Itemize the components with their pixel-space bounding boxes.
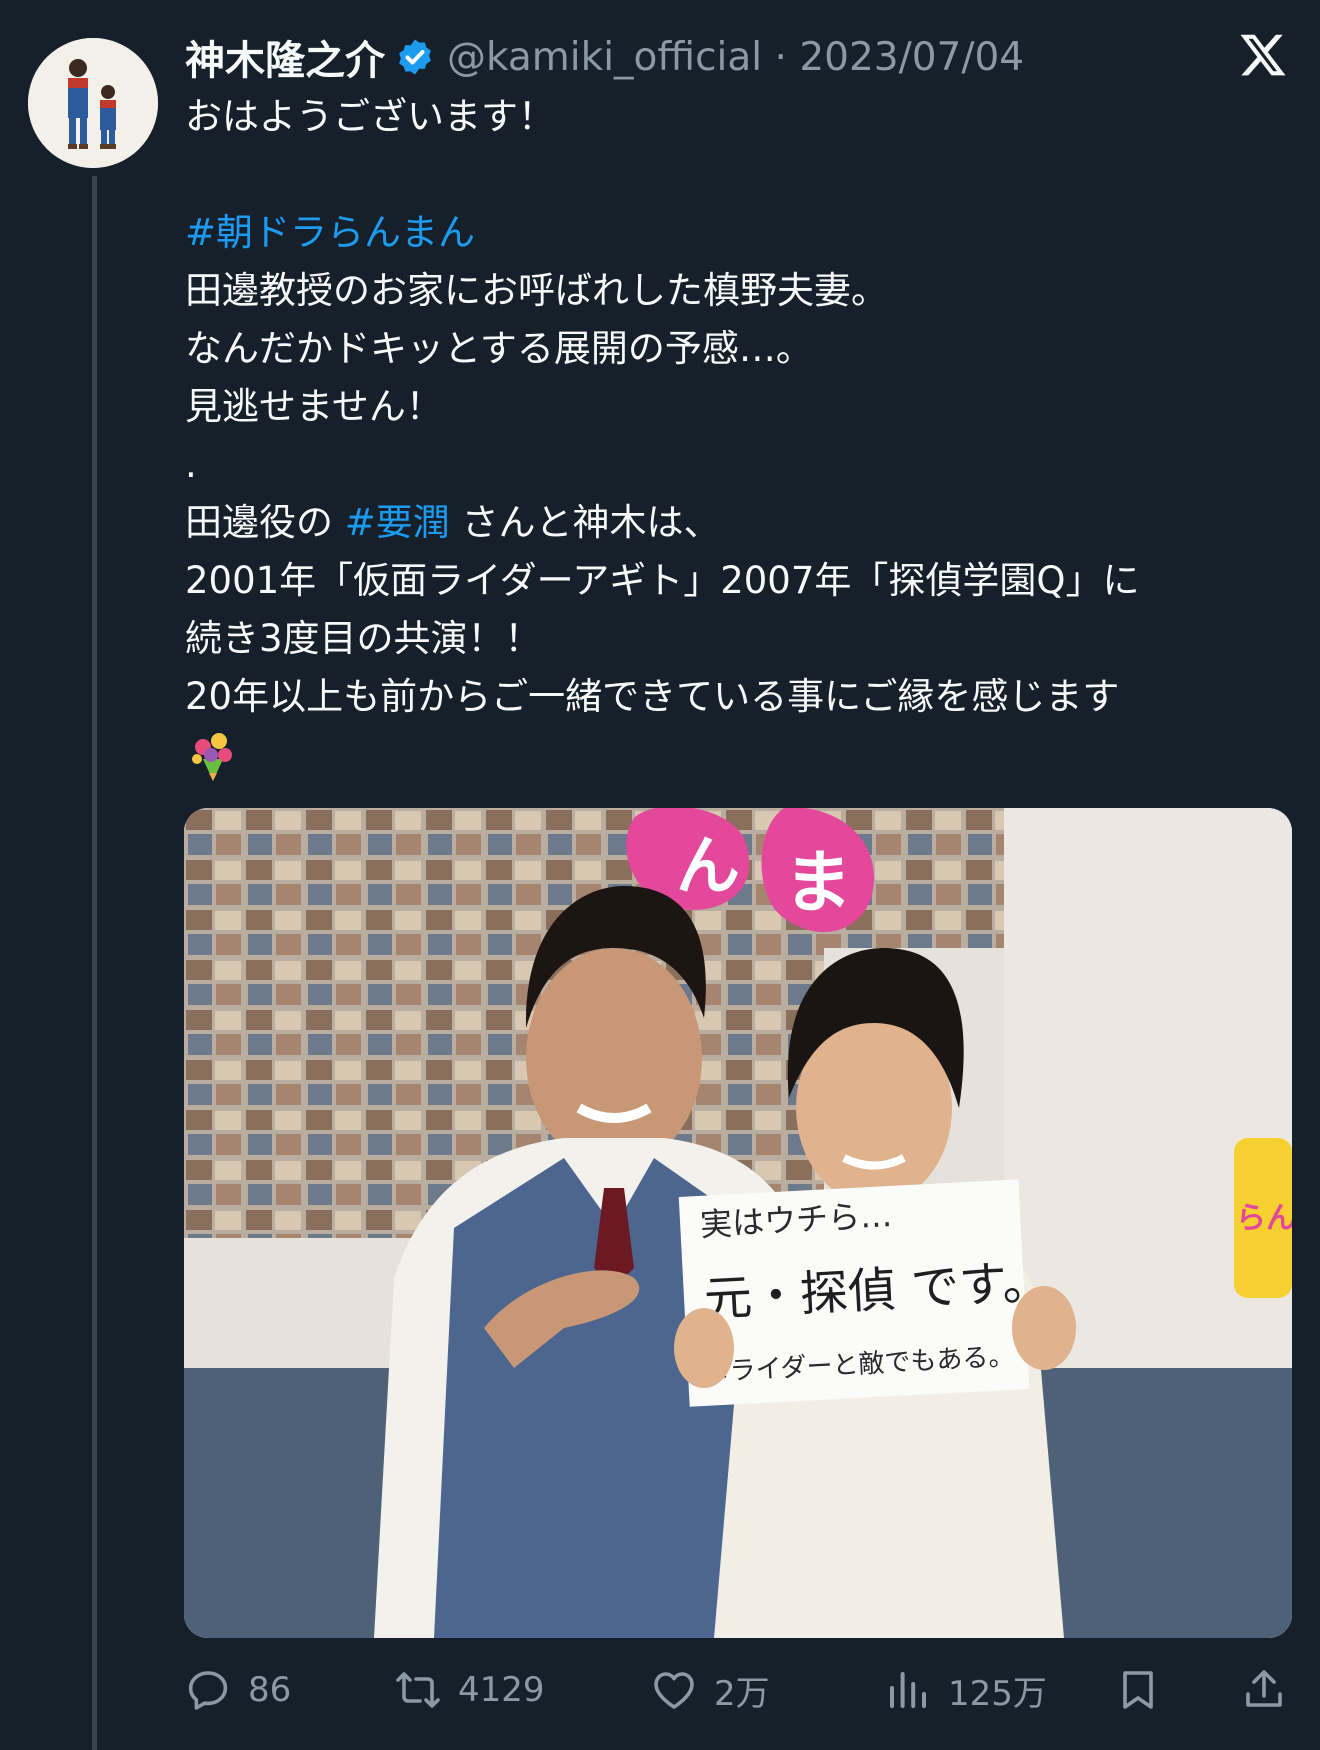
avatar[interactable] <box>28 38 158 168</box>
share-button[interactable] <box>1240 1660 1288 1720</box>
hashtag-link[interactable]: #朝ドラらんまん <box>185 211 475 254</box>
views-button[interactable]: 125万 <box>884 1660 1047 1720</box>
tweet-actions: 86 4129 2万 125万 <box>184 1660 1294 1720</box>
retweet-count: 4129 <box>458 1670 545 1710</box>
text-line: おはようございます！ <box>185 95 555 138</box>
tweet-header: 神木隆之介 @kamiki_official · 2023/07/04 <box>185 28 1024 86</box>
like-button[interactable]: 2万 <box>650 1660 770 1720</box>
text-line: 20年以上も前からご一緒できている事にご縁を感じます <box>185 675 1120 718</box>
text-segment: さんと神木は、 <box>449 501 721 544</box>
bookmark-icon <box>1123 1671 1153 1709</box>
text-line: 続き3度目の共演！！ <box>185 617 542 660</box>
views-count: 125万 <box>948 1673 1047 1714</box>
reply-icon <box>188 1671 228 1710</box>
tweet-text: おはようございます！ #朝ドラらんまん 田邊教授のお家にお呼ばれした槙野夫妻。 … <box>185 88 1305 784</box>
reply-button[interactable]: 86 <box>184 1660 291 1720</box>
text-line: なんだかドキッとする展開の予感…。 <box>185 327 813 370</box>
backdrop-sticker: らん <box>1236 1201 1292 1236</box>
text-line-mention: 田邊役の #要潤 さんと神木は、 <box>185 494 1305 552</box>
text-line: 見逃せません！ <box>185 385 443 428</box>
text-line: . <box>185 443 197 486</box>
views-icon <box>890 1672 926 1708</box>
text-line: 田邊教授のお家にお呼ばれした槙野夫妻。 <box>185 269 888 312</box>
reply-count: 86 <box>248 1670 292 1710</box>
like-icon <box>654 1672 694 1709</box>
photo-scene: ん ま らん 実はウチら… 元・探偵 です。 ※ライダーと敵でもある。 <box>184 808 1292 1638</box>
like-count: 2万 <box>714 1673 770 1714</box>
avatar-image <box>28 38 158 168</box>
text-segment: 田邊役の <box>185 501 345 544</box>
bouquet-emoji-icon <box>192 732 232 781</box>
backdrop-glyph: ん <box>676 830 740 904</box>
verified-badge-icon <box>399 39 431 75</box>
display-name[interactable]: 神木隆之介 <box>185 28 385 86</box>
handle-and-date[interactable]: @kamiki_official · 2023/07/04 <box>447 35 1024 80</box>
retweet-icon <box>396 1672 440 1708</box>
bookmark-button[interactable] <box>1114 1660 1162 1720</box>
retweet-button[interactable]: 4129 <box>394 1660 545 1720</box>
backdrop-glyph: ま <box>784 844 852 923</box>
thread-line <box>92 176 97 1750</box>
share-icon <box>1246 1670 1282 1707</box>
tweet-photo[interactable]: ん ま らん 実はウチら… 元・探偵 です。 ※ライダーと敵でもある。 <box>184 808 1292 1638</box>
text-line: 2001年「仮面ライダーアギト」2007年「探偵学園Q」に <box>185 559 1140 602</box>
x-logo-icon[interactable] <box>1238 30 1288 80</box>
hashtag-link[interactable]: #要潤 <box>345 501 450 544</box>
